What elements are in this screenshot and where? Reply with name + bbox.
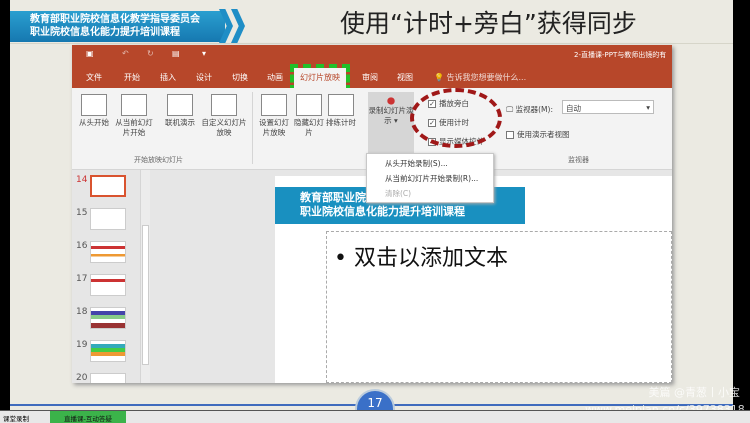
slide-title: 使用“计时+旁白”获得同步 bbox=[340, 9, 637, 38]
group-label: 开始放映幻灯片 bbox=[134, 156, 183, 164]
stopwatch-icon bbox=[328, 94, 354, 116]
thumbnail-15[interactable] bbox=[90, 208, 126, 230]
divider bbox=[252, 92, 253, 164]
thumb-number: 14 bbox=[76, 175, 88, 185]
record-icon: ⏺ bbox=[386, 91, 395, 110]
title-bar: ▣ ↶ ↻ ▤ ▾ 2-直播课-PPT与教师出镜的有 bbox=[72, 45, 672, 65]
label: 监视器(M): bbox=[515, 105, 553, 114]
label: 联机演示 bbox=[165, 118, 195, 127]
chevron-down-icon: ▾ bbox=[646, 103, 650, 112]
slideshow-icon[interactable]: ▤ bbox=[172, 49, 180, 58]
taskbar: 课堂录制 直播课-互动答疑 bbox=[0, 410, 750, 423]
label: 直播课-互动答疑 bbox=[64, 415, 112, 423]
tab-insert[interactable]: 插入 bbox=[160, 72, 176, 83]
thumb-number: 19 bbox=[76, 340, 88, 350]
monitor-label: 🖵 监视器(M): bbox=[506, 104, 553, 115]
tell-me-text: 告诉我您想要做什么... bbox=[446, 73, 527, 82]
setup-icon bbox=[261, 94, 287, 116]
tab-view[interactable]: 视图 bbox=[397, 72, 413, 83]
save-icon[interactable]: ▣ bbox=[86, 49, 94, 58]
hide-slide-icon bbox=[296, 94, 322, 116]
tab-animations[interactable]: 动画 bbox=[267, 72, 283, 83]
custom-show-button[interactable]: 自定义幻灯片放映 bbox=[200, 94, 248, 138]
banner-line1: 教育部职业院校信息化教学指导委员会 bbox=[30, 14, 200, 25]
powerpoint-window: ▣ ↶ ↻ ▤ ▾ 2-直播课-PPT与教师出镜的有 文件 开始 插入 设计 切… bbox=[72, 45, 672, 383]
window-title: 2-直播课-PPT与教师出镜的有 bbox=[574, 51, 667, 59]
menu-item-record-from-current[interactable]: 从当前幻灯片开始录制(R)... bbox=[367, 169, 493, 184]
label: 隐藏幻灯片 bbox=[294, 118, 324, 137]
slide-banner-line2: 职业院校信息化能力提升培训课程 bbox=[300, 205, 465, 218]
placeholder-label: 双击以添加文本 bbox=[353, 246, 508, 271]
globe-icon bbox=[167, 94, 193, 116]
monitor-icon: 🖵 bbox=[506, 105, 514, 114]
record-dropdown-menu: 从头开始录制(S)... 从当前幻灯片开始录制(R)... 清除(C) bbox=[366, 153, 494, 203]
tab-home[interactable]: 开始 bbox=[124, 72, 140, 83]
thumbnail-20[interactable] bbox=[90, 373, 126, 383]
placeholder-text[interactable]: • 双击以添加文本 bbox=[334, 240, 508, 272]
monitor-select[interactable]: 自动 ▾ bbox=[562, 100, 654, 114]
label: 自定义幻灯片放映 bbox=[201, 118, 247, 137]
group-label: 监视器 bbox=[568, 156, 589, 164]
thumbnail-18[interactable] bbox=[90, 307, 126, 329]
thumb-number: 15 bbox=[76, 208, 88, 218]
setup-show-button[interactable]: 设置幻灯片放映 bbox=[256, 94, 292, 138]
online-present-button[interactable]: 联机演示 bbox=[160, 94, 200, 128]
label: 从头开始 bbox=[79, 118, 109, 127]
label: 录制幻灯片演示 bbox=[368, 106, 414, 125]
tab-transitions[interactable]: 切换 bbox=[232, 72, 248, 83]
thumbnail-14[interactable] bbox=[90, 175, 126, 197]
label: 从当前幻灯片开始 bbox=[115, 118, 153, 137]
play-icon bbox=[81, 94, 107, 116]
thumbnail-scrollbar[interactable] bbox=[140, 170, 150, 383]
customize-icon[interactable]: ▾ bbox=[202, 49, 206, 58]
thumb-number: 17 bbox=[76, 274, 88, 284]
presenter-view-checkbox[interactable]: 使用演示者视图 bbox=[506, 129, 570, 140]
from-beginning-button[interactable]: 从头开始 bbox=[76, 94, 112, 128]
current-slide-icon bbox=[121, 94, 147, 116]
thumbnail-pane: 14 15 16 17 18 19 20 bbox=[72, 170, 150, 383]
record-slideshow-button[interactable]: ⏺ 录制幻灯片演示 ▾ bbox=[368, 92, 414, 154]
taskbar-item[interactable]: 课堂录制 bbox=[3, 413, 29, 423]
tab-review[interactable]: 审阅 bbox=[362, 72, 378, 83]
thumb-number: 20 bbox=[76, 373, 88, 383]
tab-file[interactable]: 文件 bbox=[86, 72, 102, 83]
tab-design[interactable]: 设计 bbox=[196, 72, 212, 83]
label: 排练计时 bbox=[326, 118, 356, 127]
rehearse-button[interactable]: 排练计时 bbox=[324, 94, 358, 128]
ribbon-tabs: 文件 开始 插入 设计 切换 动画 幻灯片放映 审阅 视图 💡 告诉我您想要做什… bbox=[72, 64, 672, 93]
hide-slide-button[interactable]: 隐藏幻灯片 bbox=[294, 94, 324, 138]
highlight-circle bbox=[410, 88, 502, 148]
course-banner: 教育部职业院校信息化教学指导委员会 职业院校信息化能力提升培训课程 bbox=[10, 11, 225, 42]
taskbar-item-active[interactable]: 直播课-互动答疑 bbox=[50, 411, 126, 423]
undo-icon[interactable]: ↶ bbox=[122, 49, 129, 58]
menu-item-record-from-beginning[interactable]: 从头开始录制(S)... bbox=[367, 154, 493, 169]
divider bbox=[10, 43, 733, 44]
tab-slideshow[interactable]: 幻灯片放映 bbox=[290, 64, 350, 93]
label: 使用演示者视图 bbox=[517, 130, 570, 139]
thumb-number: 18 bbox=[76, 307, 88, 317]
from-current-button[interactable]: 从当前幻灯片开始 bbox=[112, 94, 156, 138]
redo-icon[interactable]: ↻ bbox=[147, 49, 154, 58]
custom-show-icon bbox=[211, 94, 237, 116]
scroll-thumb[interactable] bbox=[142, 225, 149, 365]
watermark-line1: 美篇 @青葱丨小宝 bbox=[648, 386, 741, 399]
thumbnail-19[interactable] bbox=[90, 340, 126, 362]
menu-item-clear[interactable]: 清除(C) bbox=[367, 184, 493, 199]
banner-line2: 职业院校信息化能力提升培训课程 bbox=[30, 27, 180, 38]
label: 设置幻灯片放映 bbox=[259, 118, 289, 137]
thumbnail-16[interactable] bbox=[90, 241, 126, 263]
tell-me-search[interactable]: 💡 告诉我您想要做什么... bbox=[434, 72, 526, 83]
thumbnail-17[interactable] bbox=[90, 274, 126, 296]
thumb-number: 16 bbox=[76, 241, 88, 251]
value: 自动 bbox=[566, 104, 581, 113]
